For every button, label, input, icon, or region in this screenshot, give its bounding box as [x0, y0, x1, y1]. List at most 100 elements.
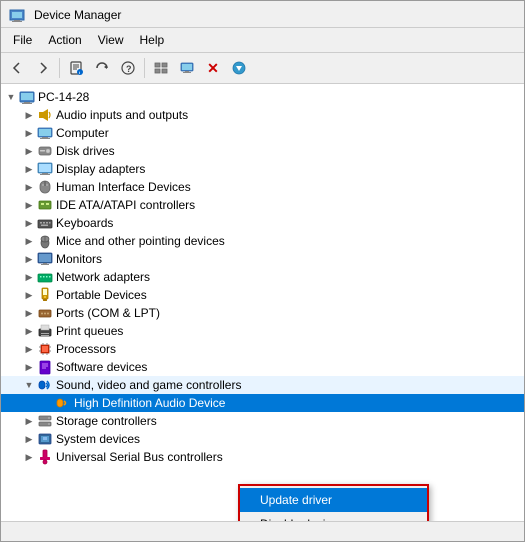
- svg-text:i: i: [79, 70, 80, 75]
- remove-button[interactable]: ✕: [201, 56, 225, 80]
- system-icon: [37, 431, 53, 447]
- print-expand[interactable]: ▶: [21, 323, 37, 339]
- svg-text:?: ?: [126, 64, 132, 74]
- hid-expand[interactable]: ▶: [21, 179, 37, 195]
- window-icon: [9, 7, 25, 23]
- tree-item-disk[interactable]: ▶ Disk drives: [1, 142, 524, 160]
- root-icon: [19, 89, 35, 105]
- audio-expand[interactable]: ▶: [21, 107, 37, 123]
- context-menu-disable-device[interactable]: Disable device: [240, 512, 427, 521]
- tree-item-hd-audio[interactable]: High Definition Audio Device: [1, 394, 524, 412]
- main-window: Device Manager File Action View Help i: [0, 0, 525, 542]
- storage-expand[interactable]: ▶: [21, 413, 37, 429]
- keyboard-expand[interactable]: ▶: [21, 215, 37, 231]
- tree-item-audio[interactable]: ▶ Audio inputs and outputs: [1, 106, 524, 124]
- tree-item-network[interactable]: ▶ Network adapters: [1, 268, 524, 286]
- mice-label: Mice and other pointing devices: [56, 234, 225, 248]
- tree-item-display[interactable]: ▶ Display adapters: [1, 160, 524, 178]
- back-button[interactable]: [5, 56, 29, 80]
- computer-label: Computer: [56, 126, 109, 140]
- system-expand[interactable]: ▶: [21, 431, 37, 447]
- content-area: ▼ PC-14-28 ▶: [1, 84, 524, 521]
- disk-label: Disk drives: [56, 144, 115, 158]
- processor-icon: [37, 341, 53, 357]
- hid-label: Human Interface Devices: [56, 180, 191, 194]
- ports-label: Ports (COM & LPT): [56, 306, 160, 320]
- install-button[interactable]: [227, 56, 251, 80]
- usb-icon: [37, 449, 53, 465]
- usb-label: Universal Serial Bus controllers: [56, 450, 223, 464]
- audio-icon: [37, 107, 53, 123]
- tree-item-print[interactable]: ▶ Print queues: [1, 322, 524, 340]
- menu-view[interactable]: View: [90, 30, 132, 50]
- ide-expand[interactable]: ▶: [21, 197, 37, 213]
- computer-tree-icon: [37, 125, 53, 141]
- tree-item-ports[interactable]: ▶ Ports (COM & LPT): [1, 304, 524, 322]
- print-label: Print queues: [56, 324, 123, 338]
- sound-icon: [37, 377, 53, 393]
- window-title: Device Manager: [34, 8, 121, 22]
- mice-icon: [37, 233, 53, 249]
- view-button[interactable]: [149, 56, 173, 80]
- mice-expand[interactable]: ▶: [21, 233, 37, 249]
- menu-bar: File Action View Help: [1, 28, 524, 53]
- monitor-label: Monitors: [56, 252, 102, 266]
- help-button[interactable]: ?: [116, 56, 140, 80]
- tree-item-hid[interactable]: ▶ Human Interface Devices: [1, 178, 524, 196]
- forward-button[interactable]: [31, 56, 55, 80]
- tree-item-software[interactable]: ▶ Software devices: [1, 358, 524, 376]
- portable-icon: [37, 287, 53, 303]
- usb-expand[interactable]: ▶: [21, 449, 37, 465]
- ports-expand[interactable]: ▶: [21, 305, 37, 321]
- monitor-icon: [37, 251, 53, 267]
- context-menu-update-driver[interactable]: Update driver: [240, 488, 427, 512]
- portable-label: Portable Devices: [56, 288, 147, 302]
- disable-device-label: Disable device: [260, 517, 338, 521]
- tree-item-monitor[interactable]: ▶ Monitors: [1, 250, 524, 268]
- processor-label: Processors: [56, 342, 116, 356]
- menu-action[interactable]: Action: [40, 30, 89, 50]
- network-expand[interactable]: ▶: [21, 269, 37, 285]
- tree-item-system[interactable]: ▶ System devices: [1, 430, 524, 448]
- properties-button[interactable]: i: [64, 56, 88, 80]
- display-label: Display adapters: [56, 162, 145, 176]
- tree-item-keyboard[interactable]: ▶ Keyboards: [1, 214, 524, 232]
- ports-icon: [37, 305, 53, 321]
- display-expand[interactable]: ▶: [21, 161, 37, 177]
- computer-button[interactable]: [175, 56, 199, 80]
- software-icon: [37, 359, 53, 375]
- tree-item-computer[interactable]: ▶ Computer: [1, 124, 524, 142]
- hid-icon: [37, 179, 53, 195]
- tree-item-processor[interactable]: ▶ Processors: [1, 340, 524, 358]
- processor-expand[interactable]: ▶: [21, 341, 37, 357]
- display-icon: [37, 161, 53, 177]
- update-driver-label: Update driver: [260, 493, 332, 507]
- tree-root[interactable]: ▼ PC-14-28: [1, 88, 524, 106]
- root-expand[interactable]: ▼: [3, 89, 19, 105]
- hd-audio-icon: [55, 395, 71, 411]
- tree-item-ide[interactable]: ▶ IDE ATA/ATAPI controllers: [1, 196, 524, 214]
- monitor-expand[interactable]: ▶: [21, 251, 37, 267]
- disk-expand[interactable]: ▶: [21, 143, 37, 159]
- context-menu: Update driver Disable device Uninstall d…: [238, 484, 429, 521]
- tree-item-storage[interactable]: ▶ Storage controllers: [1, 412, 524, 430]
- menu-help[interactable]: Help: [132, 30, 173, 50]
- refresh-button[interactable]: [90, 56, 114, 80]
- tree-item-usb[interactable]: ▶ Universal Serial Bus controllers: [1, 448, 524, 466]
- audio-label: Audio inputs and outputs: [56, 108, 188, 122]
- hd-audio-label: High Definition Audio Device: [74, 396, 225, 410]
- portable-expand[interactable]: ▶: [21, 287, 37, 303]
- computer-expand[interactable]: ▶: [21, 125, 37, 141]
- root-label: PC-14-28: [38, 90, 89, 104]
- print-icon: [37, 323, 53, 339]
- tree-item-mice[interactable]: ▶ Mice and other pointing devices: [1, 232, 524, 250]
- storage-label: Storage controllers: [56, 414, 157, 428]
- menu-file[interactable]: File: [5, 30, 40, 50]
- tree-panel[interactable]: ▼ PC-14-28 ▶: [1, 84, 524, 521]
- ide-icon: [37, 197, 53, 213]
- sound-expand[interactable]: ▼: [21, 377, 37, 393]
- tree-item-sound[interactable]: ▼ Sound, video and game controllers: [1, 376, 524, 394]
- software-expand[interactable]: ▶: [21, 359, 37, 375]
- disk-icon: [37, 143, 53, 159]
- tree-item-portable[interactable]: ▶ Portable Devices: [1, 286, 524, 304]
